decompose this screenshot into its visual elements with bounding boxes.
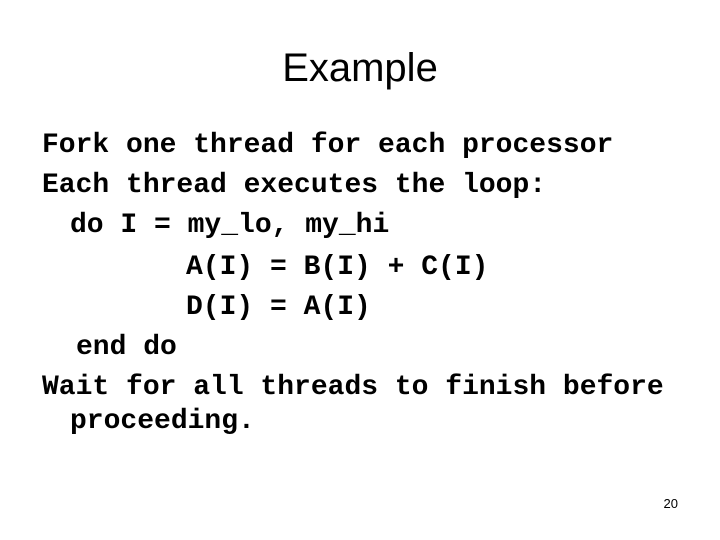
text-line-wait: Wait for all threads to finish before [42,372,664,403]
code-line-assign-a: A(I) = B(I) + C(I) [186,252,489,283]
text-line-each-thread: Each thread executes the loop: [42,170,547,201]
code-line-assign-d: D(I) = A(I) [186,292,371,323]
code-line-do-loop: do I = my_lo, my_hi [70,210,390,241]
page-number: 20 [663,496,678,511]
code-line-end-do: end do [76,332,177,363]
text-line-fork: Fork one thread for each processor [42,130,614,161]
slide-title: Example [282,46,438,90]
text-line-proceeding: proceeding. [70,406,255,437]
